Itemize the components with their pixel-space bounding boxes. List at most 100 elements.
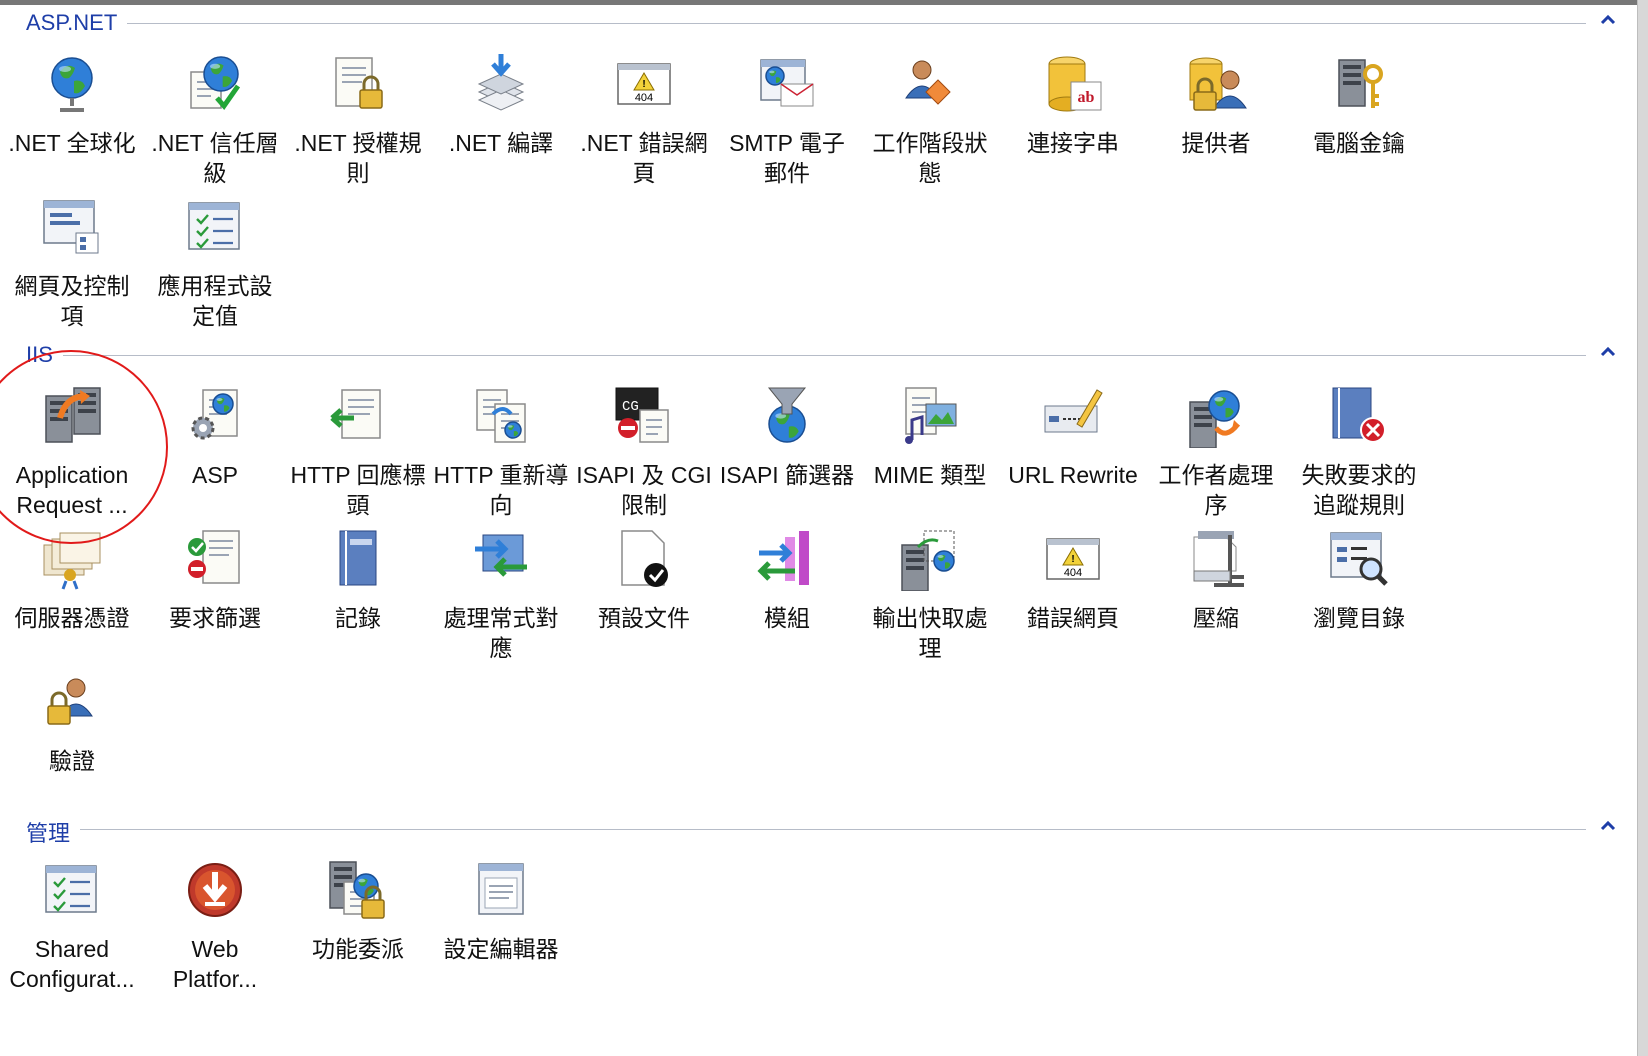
feature-item-label: 預設文件 xyxy=(598,605,690,631)
group-title: ASP.NET xyxy=(26,10,128,36)
feature-item-label: 輸出快取處 理 xyxy=(872,605,988,661)
group-divider xyxy=(26,23,1586,24)
feature-item[interactable]: .NET 信任層 級 xyxy=(140,52,290,192)
svg-text:CG: CG xyxy=(622,399,639,415)
feature-item[interactable]: .NET 授權規 則 xyxy=(283,52,433,192)
feature-item-label: 記錄 xyxy=(335,605,381,631)
compression-icon xyxy=(1193,531,1244,587)
feature-item-label: 伺服器憑證 xyxy=(14,605,130,631)
feature-item-label: Shared Configurat... xyxy=(9,936,135,992)
feature-item-label: URL Rewrite xyxy=(1008,462,1138,488)
feature-item[interactable]: 模組 xyxy=(712,527,862,667)
feature-item[interactable]: 伺服器憑證 xyxy=(0,527,147,667)
feature-item-label: 失敗要求的 追蹤規則 xyxy=(1301,462,1417,518)
feature-item[interactable]: 設定編輯器 xyxy=(426,858,576,998)
compile-stack-icon xyxy=(477,54,525,111)
machine-key-icon xyxy=(1338,59,1383,108)
feature-item-label: HTTP 回應標 頭 xyxy=(290,462,426,518)
feature-item[interactable]: HTTP 重新導 向 xyxy=(426,384,576,524)
chevron-up-icon[interactable] xyxy=(1596,8,1620,32)
feature-item-label: 處理常式對 應 xyxy=(443,605,559,661)
smtp-email-icon xyxy=(760,59,814,107)
providers-icon xyxy=(1189,57,1247,111)
trust-globe-check-icon xyxy=(190,56,241,111)
feature-item[interactable]: 記錄 xyxy=(283,527,433,667)
feature-item-label: 網頁及控制 項 xyxy=(14,273,130,329)
feature-item-label: .NET 編譯 xyxy=(448,130,554,156)
globe-stand-icon xyxy=(51,57,93,112)
feature-item[interactable]: 電腦金鑰 xyxy=(1284,52,1434,192)
pages-controls-icon xyxy=(43,200,99,254)
group-header[interactable]: ASP.NET xyxy=(0,4,1638,40)
feature-item[interactable]: 應用程式設 定值 xyxy=(140,195,290,335)
feature-item-label: 應用程式設 定值 xyxy=(157,273,273,329)
error-pages-icon: ! 404 xyxy=(1046,538,1100,580)
feature-item-label: 工作階段狀 態 xyxy=(872,130,988,186)
feature-item-label: 功能委派 xyxy=(312,936,404,962)
chevron-up-icon[interactable] xyxy=(1596,814,1620,838)
feature-item-label: 設定編輯器 xyxy=(443,936,559,962)
feature-item[interactable]: CG ISAPI 及 CGI 限制 xyxy=(569,384,719,524)
request-filtering-icon xyxy=(188,530,240,584)
feature-item-label: SMTP 電子 郵件 xyxy=(729,130,845,186)
feature-item[interactable]: ab 連接字串 xyxy=(998,52,1148,192)
feature-item[interactable]: ! 404 .NET 錯誤網 頁 xyxy=(569,52,719,192)
feature-item[interactable]: Web Platfor... xyxy=(140,858,290,998)
feature-item[interactable]: .NET 編譯 xyxy=(426,52,576,192)
feature-item[interactable]: 失敗要求的 追蹤規則 xyxy=(1284,384,1434,524)
http-response-headers-icon xyxy=(330,389,381,439)
feature-item[interactable]: 要求篩選 xyxy=(140,527,290,667)
feature-item-label: .NET 全球化 xyxy=(8,130,136,156)
feature-item[interactable]: URL Rewrite xyxy=(998,384,1148,524)
feature-item-label: .NET 授權規 則 xyxy=(294,130,422,186)
authentication-icon xyxy=(47,678,93,725)
feature-item-label: .NET 信任層 級 xyxy=(151,130,279,186)
feature-item[interactable]: 瀏覽目錄 xyxy=(1284,527,1434,667)
handler-mappings-icon xyxy=(475,534,527,577)
feature-item[interactable]: HTTP 回應標 頭 xyxy=(283,384,433,524)
feature-item[interactable]: 工作階段狀 態 xyxy=(855,52,1005,192)
feature-item-label: 壓縮 xyxy=(1193,605,1239,631)
svg-text:404: 404 xyxy=(1064,567,1082,579)
feature-item[interactable]: ! 404 錯誤網頁 xyxy=(998,527,1148,667)
feature-item-label: MIME 類型 xyxy=(873,462,987,488)
feature-item[interactable]: 壓縮 xyxy=(1141,527,1291,667)
svg-text:ab: ab xyxy=(1078,89,1095,106)
session-state-icon xyxy=(905,60,951,105)
feature-item[interactable]: 網頁及控制 項 xyxy=(0,195,147,335)
feature-item[interactable]: 提供者 xyxy=(1141,52,1291,192)
feature-item[interactable]: SMTP 電子 郵件 xyxy=(712,52,862,192)
feature-item-label: 工作者處理 序 xyxy=(1158,462,1274,518)
app-settings-icon xyxy=(188,202,240,250)
web-platform-installer-icon xyxy=(188,863,242,917)
feature-item[interactable]: 預設文件 xyxy=(569,527,719,667)
feature-item[interactable]: Shared Configurat... xyxy=(0,858,147,998)
default-document-icon xyxy=(621,530,668,587)
feature-item-label: 連接字串 xyxy=(1027,130,1119,156)
error-404-icon: ! 404 xyxy=(617,63,671,105)
group-divider xyxy=(26,355,1586,356)
feature-item[interactable]: .NET 全球化 xyxy=(0,52,147,192)
chevron-up-icon[interactable] xyxy=(1596,340,1620,364)
feature-item[interactable]: 功能委派 xyxy=(283,858,433,998)
group-divider xyxy=(26,829,1586,830)
feature-item[interactable]: 處理常式對 應 xyxy=(426,527,576,667)
feature-delegation-icon xyxy=(329,861,385,919)
asp-gear-icon xyxy=(191,389,238,440)
logging-icon xyxy=(339,530,377,586)
group-header[interactable]: IIS xyxy=(0,336,1638,372)
feature-item[interactable]: 輸出快取處 理 xyxy=(855,527,1005,667)
feature-item[interactable]: ISAPI 篩選器 xyxy=(712,384,862,524)
feature-item-label: 提供者 xyxy=(1181,130,1251,156)
feature-item[interactable]: 工作者處理 序 xyxy=(1141,384,1291,524)
feature-item[interactable]: 驗證 xyxy=(0,670,147,810)
feature-item-label: Web Platfor... xyxy=(172,936,258,992)
feature-item-label: 錯誤網頁 xyxy=(1027,605,1119,631)
isapi-filter-icon xyxy=(767,387,807,443)
group-header[interactable]: 管理 xyxy=(0,810,1638,848)
svg-text:!: ! xyxy=(642,79,645,90)
output-caching-icon xyxy=(901,530,955,591)
auth-rules-lock-icon xyxy=(335,57,383,109)
vertical-scrollbar[interactable] xyxy=(1637,0,1648,1056)
feature-item[interactable]: MIME 類型 xyxy=(855,384,1005,524)
